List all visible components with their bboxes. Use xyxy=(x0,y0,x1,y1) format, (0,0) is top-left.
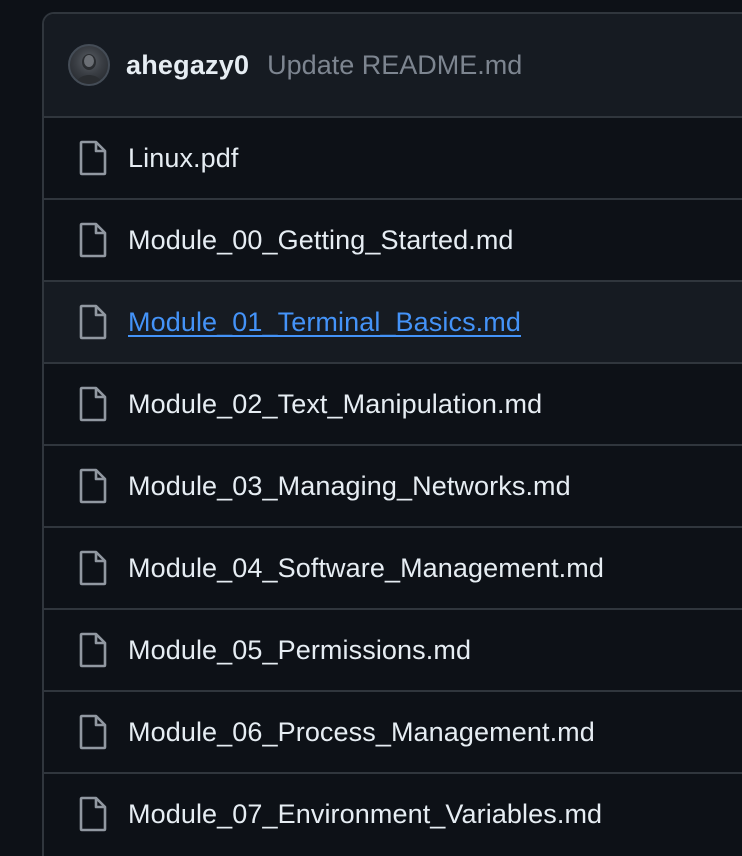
file-row[interactable]: Module_06_Process_Management.md xyxy=(44,692,742,774)
file-icon xyxy=(78,222,108,258)
file-icon xyxy=(78,468,108,504)
file-row[interactable]: Linux.pdf xyxy=(44,118,742,200)
file-name-link[interactable]: Module_00_Getting_Started.md xyxy=(128,225,514,256)
file-name-link[interactable]: Module_05_Permissions.md xyxy=(128,635,471,666)
file-name-link[interactable]: Module_06_Process_Management.md xyxy=(128,717,595,748)
latest-commit-header: ahegazy0 Update README.md xyxy=(44,14,742,118)
file-browser: ahegazy0 Update README.md Linux.pdf Modul… xyxy=(42,12,742,856)
file-icon xyxy=(78,632,108,668)
commit-author[interactable]: ahegazy0 xyxy=(126,50,249,81)
file-icon xyxy=(78,140,108,176)
file-name-link[interactable]: Module_02_Text_Manipulation.md xyxy=(128,389,542,420)
author-avatar[interactable] xyxy=(68,44,110,86)
file-row[interactable]: Module_01_Terminal_Basics.md xyxy=(44,282,742,364)
file-name-link[interactable]: Module_01_Terminal_Basics.md xyxy=(128,307,521,338)
file-icon xyxy=(78,714,108,750)
file-name-link[interactable]: Module_04_Software_Management.md xyxy=(128,553,604,584)
file-row[interactable]: Module_02_Text_Manipulation.md xyxy=(44,364,742,446)
file-icon xyxy=(78,796,108,832)
file-name-link[interactable]: Module_03_Managing_Networks.md xyxy=(128,471,571,502)
commit-message[interactable]: Update README.md xyxy=(267,50,522,81)
file-row[interactable]: Module_04_Software_Management.md xyxy=(44,528,742,610)
file-row[interactable]: Module_03_Managing_Networks.md xyxy=(44,446,742,528)
file-row[interactable]: Module_07_Environment_Variables.md xyxy=(44,774,742,854)
file-icon xyxy=(78,550,108,586)
file-name-link[interactable]: Linux.pdf xyxy=(128,143,238,174)
file-list: Linux.pdf Module_00_Getting_Started.md Mod… xyxy=(44,118,742,854)
file-row[interactable]: Module_00_Getting_Started.md xyxy=(44,200,742,282)
file-icon xyxy=(78,304,108,340)
file-icon xyxy=(78,386,108,422)
file-name-link[interactable]: Module_07_Environment_Variables.md xyxy=(128,799,602,830)
repo-page: ahegazy0 Update README.md Linux.pdf Modul… xyxy=(0,0,742,856)
file-row[interactable]: Module_05_Permissions.md xyxy=(44,610,742,692)
avatar-icon xyxy=(76,54,102,84)
